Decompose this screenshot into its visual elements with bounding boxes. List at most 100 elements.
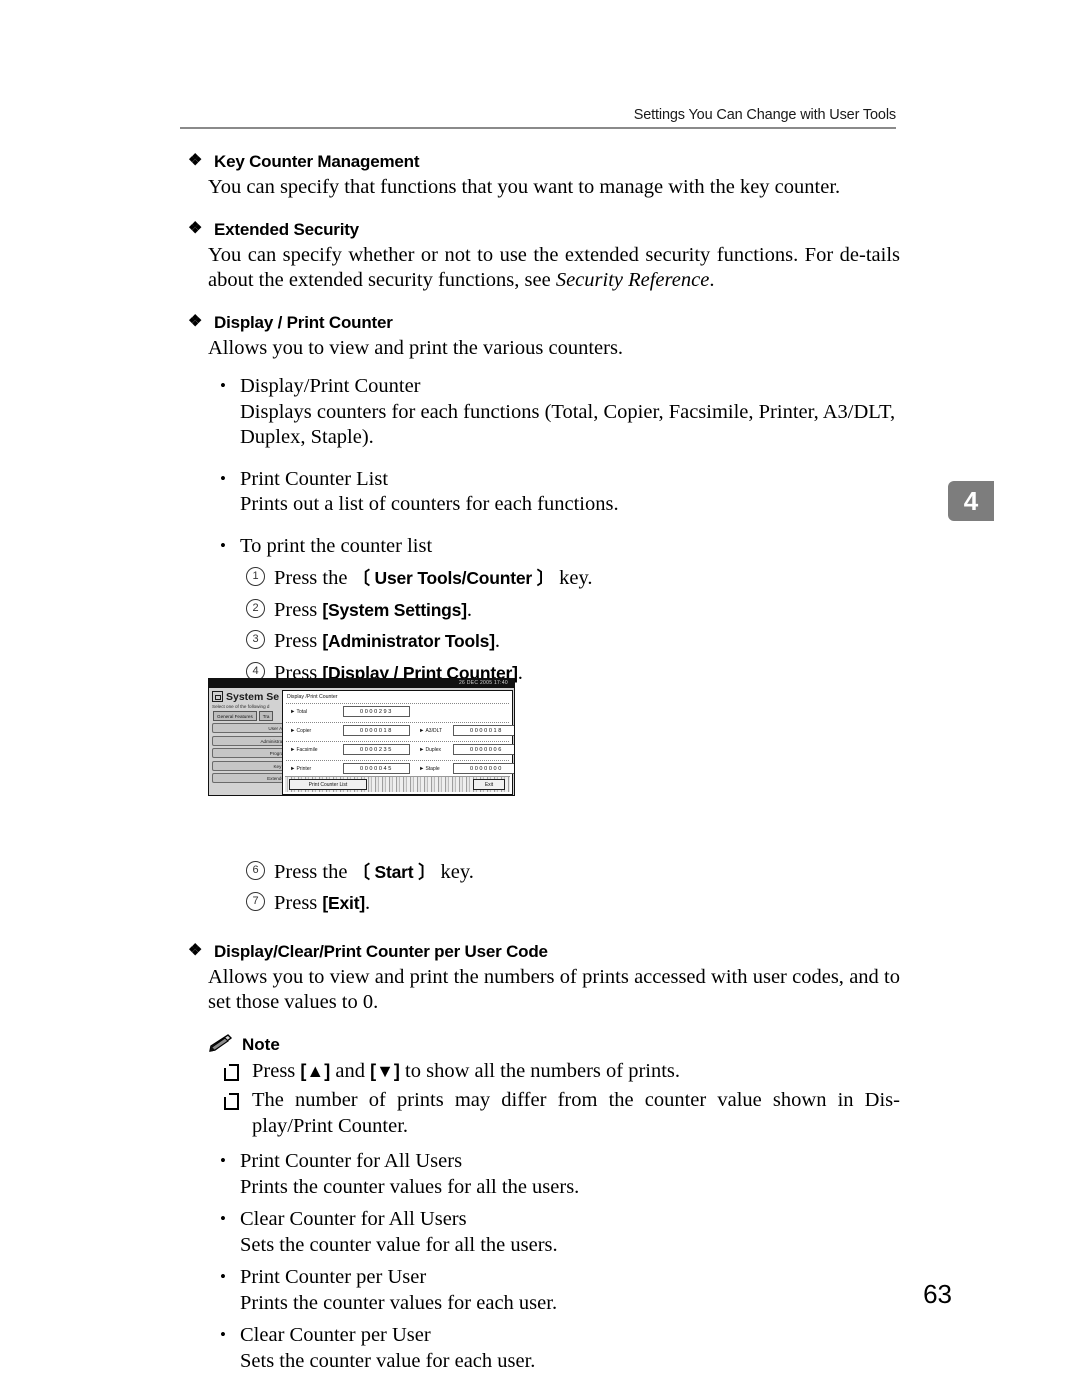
tab-tray-paper-settings[interactable]: Tra [258,711,274,721]
side-button-extended-security[interactable]: Extend-S [212,773,290,783]
dialog-title: Display /Print Counter [287,694,338,700]
step-number-icon: 6 [246,860,265,880]
section-heading-display-clear-print-counter-per-user-code: ❖ Display/Clear/Print Counter per User C… [188,942,900,962]
dialog-rule [286,760,509,761]
list-item: • Clear Counter per User Sets the counte… [188,1323,900,1374]
step-key-label: [Administrator Tools] [322,631,495,651]
print-counter-list-button[interactable]: Print Counter List [289,779,367,790]
step-text-post: key. [553,567,593,589]
note-text-pre: The number of prints may differ from the… [252,1089,900,1137]
note-item: The number of prints may differ from the… [206,1088,900,1139]
step-text-pre: Press [274,630,323,652]
note-item: Press [▲] and [▼] to show all the number… [206,1059,900,1085]
diamond-bullet-icon: ❖ [188,312,203,330]
list-item: • Clear Counter for All Users Sets the c… [188,1207,900,1258]
list-item-desc: Prints the counter values for each user. [240,1291,558,1314]
device-status-bar: 26 DEC 2005 17:40 [209,679,514,688]
extended-security-body-b: . [709,269,715,291]
triangle-icon: ► [290,766,296,772]
step-text-post: . [364,892,371,914]
step-item: 1 Press the 〔 User Tools/Counter 〕 key. [188,566,900,592]
step-key-label: 〔 Start 〕 [352,861,436,882]
dialog-rule [286,741,509,742]
system-settings-icon [212,691,223,702]
step-text-pre: Press [274,892,323,914]
system-settings-subtitle: Select one of the following d [212,704,270,709]
list-item-title: Clear Counter for All Users [240,1208,467,1230]
step-key-label: [Exit] [322,893,365,913]
round-bullet-icon: • [220,468,226,488]
counter-value-printer: 0000045 [343,763,410,774]
dialog-footer-bar: Print Counter List Exit [285,776,510,792]
step-number-icon: 7 [246,892,265,911]
section-body-extended-security: You can specify whether or not to use th… [188,243,900,294]
counter-value-staple: 0000000 [453,763,514,774]
step-item: 6 Press the 〔 Start 〕 key. [188,860,900,886]
step-item: 3 Press [Administrator Tools]. [188,629,900,655]
section-heading-text: Display/Clear/Print Counter per User Cod… [214,941,548,961]
section-body-display-print-counter: Allows you to view and print the various… [208,336,624,359]
tab-general-features[interactable]: General Features [213,711,257,721]
list-item-desc: Sets the counter value for each user. [240,1349,536,1372]
counter-value-facsimile: 0000235 [343,744,410,755]
counter-label-copier: ►Copier [290,728,312,734]
step-key-label: 〔 User Tools/Counter 〕 [352,568,555,588]
list-item: • Display/Print Counter Displays counter… [188,374,900,451]
diamond-bullet-icon: ❖ [188,219,203,237]
dialog-rule [286,722,509,723]
extended-security-body-a: You can specify whether or not to use th… [208,243,900,292]
list-item: • Print Counter for All Users Prints the… [188,1149,900,1200]
dialog-rule [286,703,509,704]
counter-label-printer: ►Printer [290,766,312,772]
triangle-icon: ► [290,747,296,753]
step-item: 2 Press [System Settings]. [188,598,900,624]
list-item-title: Clear Counter per User [240,1324,431,1346]
counter-label-a3dlt: ►A3/DLT [419,728,443,734]
step-text-post: . [517,661,523,684]
section-heading-display-print-counter: ❖ Display / Print Counter [188,313,900,333]
list-item: • Print Counter per User Prints the coun… [188,1265,900,1316]
note-key-up: [▲] [300,1060,331,1081]
exit-button[interactable]: Exit [473,779,505,790]
step-number-icon: 1 [246,567,265,586]
side-button-administrator-tools[interactable]: Administrato [212,735,290,746]
list-item: • Print Counter List Prints out a list o… [188,467,900,518]
step-text-pre: Press the [274,860,353,883]
list-item-desc: Displays counters for each functions (To… [240,400,896,449]
display-print-counter-dialog: Display /Print Counter ►Total 0000293 ►C… [282,690,514,795]
step-text-pre: Press [274,598,323,621]
counter-label-duplex: ►Duplex [419,747,442,753]
note-key-down: [▼] [370,1060,400,1081]
note-square-bullet-icon [224,1063,239,1081]
triangle-icon: ► [419,728,425,734]
section-heading-key-counter-management: ❖ Key Counter Management [188,152,900,172]
list-item-title: Display/Print Counter [240,375,421,397]
diamond-bullet-icon: ❖ [188,152,203,169]
diamond-bullet-icon: ❖ [188,941,203,959]
section-body-key-counter-management: You can specify that functions that you … [208,176,841,198]
note-heading: Note [206,1033,900,1055]
list-item-desc: Sets the counter value for all the users… [240,1233,558,1256]
round-bullet-icon: • [220,1209,226,1228]
pencil-icon [206,1033,233,1053]
triangle-icon: ► [290,728,296,734]
step-text-post: . [466,598,472,621]
chapter-tab: 4 [948,481,994,521]
list-item-title: Print Counter for All Users [240,1150,463,1172]
section-heading-text: Extended Security [214,219,359,239]
note-square-bullet-icon [224,1093,239,1110]
side-button-user-auth[interactable]: User Aut [212,723,290,733]
section-heading-extended-security: ❖ Extended Security [188,220,900,240]
section-heading-text: Key Counter Management [214,152,420,171]
counter-label-facsimile: ►Facsimile [290,747,318,753]
running-header: Settings You Can Change with User Tools [180,106,896,129]
counter-value-duplex: 0000006 [453,744,514,755]
list-item-title: To print the counter list [240,534,433,557]
side-button-program[interactable]: Progran [212,748,290,758]
side-button-key-counter[interactable]: Key C [212,760,290,771]
step-number-icon: 3 [246,630,265,649]
system-settings-title: System Se [226,691,280,703]
step-number-icon: 2 [246,598,265,618]
note-text-post: to show all the numbers of prints. [399,1059,681,1082]
triangle-icon: ► [290,709,296,715]
